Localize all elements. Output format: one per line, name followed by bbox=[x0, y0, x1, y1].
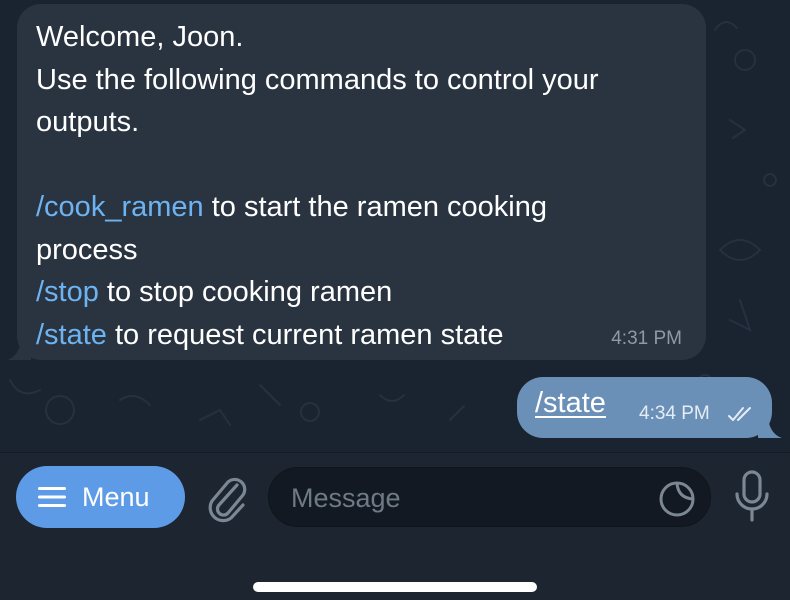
microphone-icon[interactable] bbox=[734, 470, 770, 524]
menu-button-label: Menu bbox=[82, 481, 150, 512]
message-line: Welcome, Joon. bbox=[36, 16, 696, 59]
home-indicator[interactable] bbox=[253, 582, 537, 592]
line-text: to start the ramen cooking bbox=[203, 191, 547, 223]
message-input[interactable] bbox=[291, 476, 641, 520]
line-text: process bbox=[36, 233, 138, 266]
message-line: outputs. bbox=[36, 101, 696, 144]
outgoing-message-time: 4:34 PM bbox=[639, 403, 710, 424]
sticker-icon[interactable] bbox=[658, 480, 696, 518]
line-text: Welcome, Joon. bbox=[36, 21, 244, 53]
message-line: /cook_ramen to start the ramen cooking bbox=[36, 186, 696, 229]
message-input-bar: Menu bbox=[0, 452, 790, 600]
bubble-tail-icon bbox=[758, 418, 782, 438]
line-text: Use the following commands to control yo… bbox=[36, 63, 599, 96]
outgoing-message-bubble[interactable]: /state 4:34 PM bbox=[517, 377, 782, 438]
incoming-message-text: Welcome, Joon. Use the following command… bbox=[36, 16, 696, 356]
line-text: to request current ramen state bbox=[106, 318, 504, 351]
command-link-cook-ramen[interactable]: /cook_ramen bbox=[36, 191, 204, 223]
line-text: outputs. bbox=[36, 106, 140, 138]
message-line: /stop to stop cooking ramen bbox=[36, 271, 696, 314]
menu-button[interactable]: Menu bbox=[16, 466, 185, 528]
line-text: to stop cooking ramen bbox=[98, 276, 393, 308]
incoming-message-bubble[interactable]: Welcome, Joon. Use the following command… bbox=[7, 4, 706, 360]
message-line: /state to request current ramen state bbox=[36, 314, 696, 357]
hamburger-icon bbox=[38, 487, 66, 507]
command-link-state[interactable]: /state bbox=[36, 319, 107, 351]
paperclip-icon[interactable] bbox=[203, 471, 251, 525]
message-line: process bbox=[36, 229, 696, 272]
telegram-chat-screen: Welcome, Joon. Use the following command… bbox=[0, 0, 790, 600]
outgoing-message-text[interactable]: /state bbox=[535, 387, 606, 420]
incoming-message-time: 4:31 PM bbox=[611, 328, 682, 349]
bubble-tail-icon bbox=[7, 340, 31, 360]
message-line: Use the following commands to control yo… bbox=[36, 59, 696, 102]
double-check-icon bbox=[728, 407, 751, 421]
message-input-field[interactable] bbox=[268, 467, 711, 527]
command-link-stop[interactable]: /stop bbox=[36, 276, 99, 308]
